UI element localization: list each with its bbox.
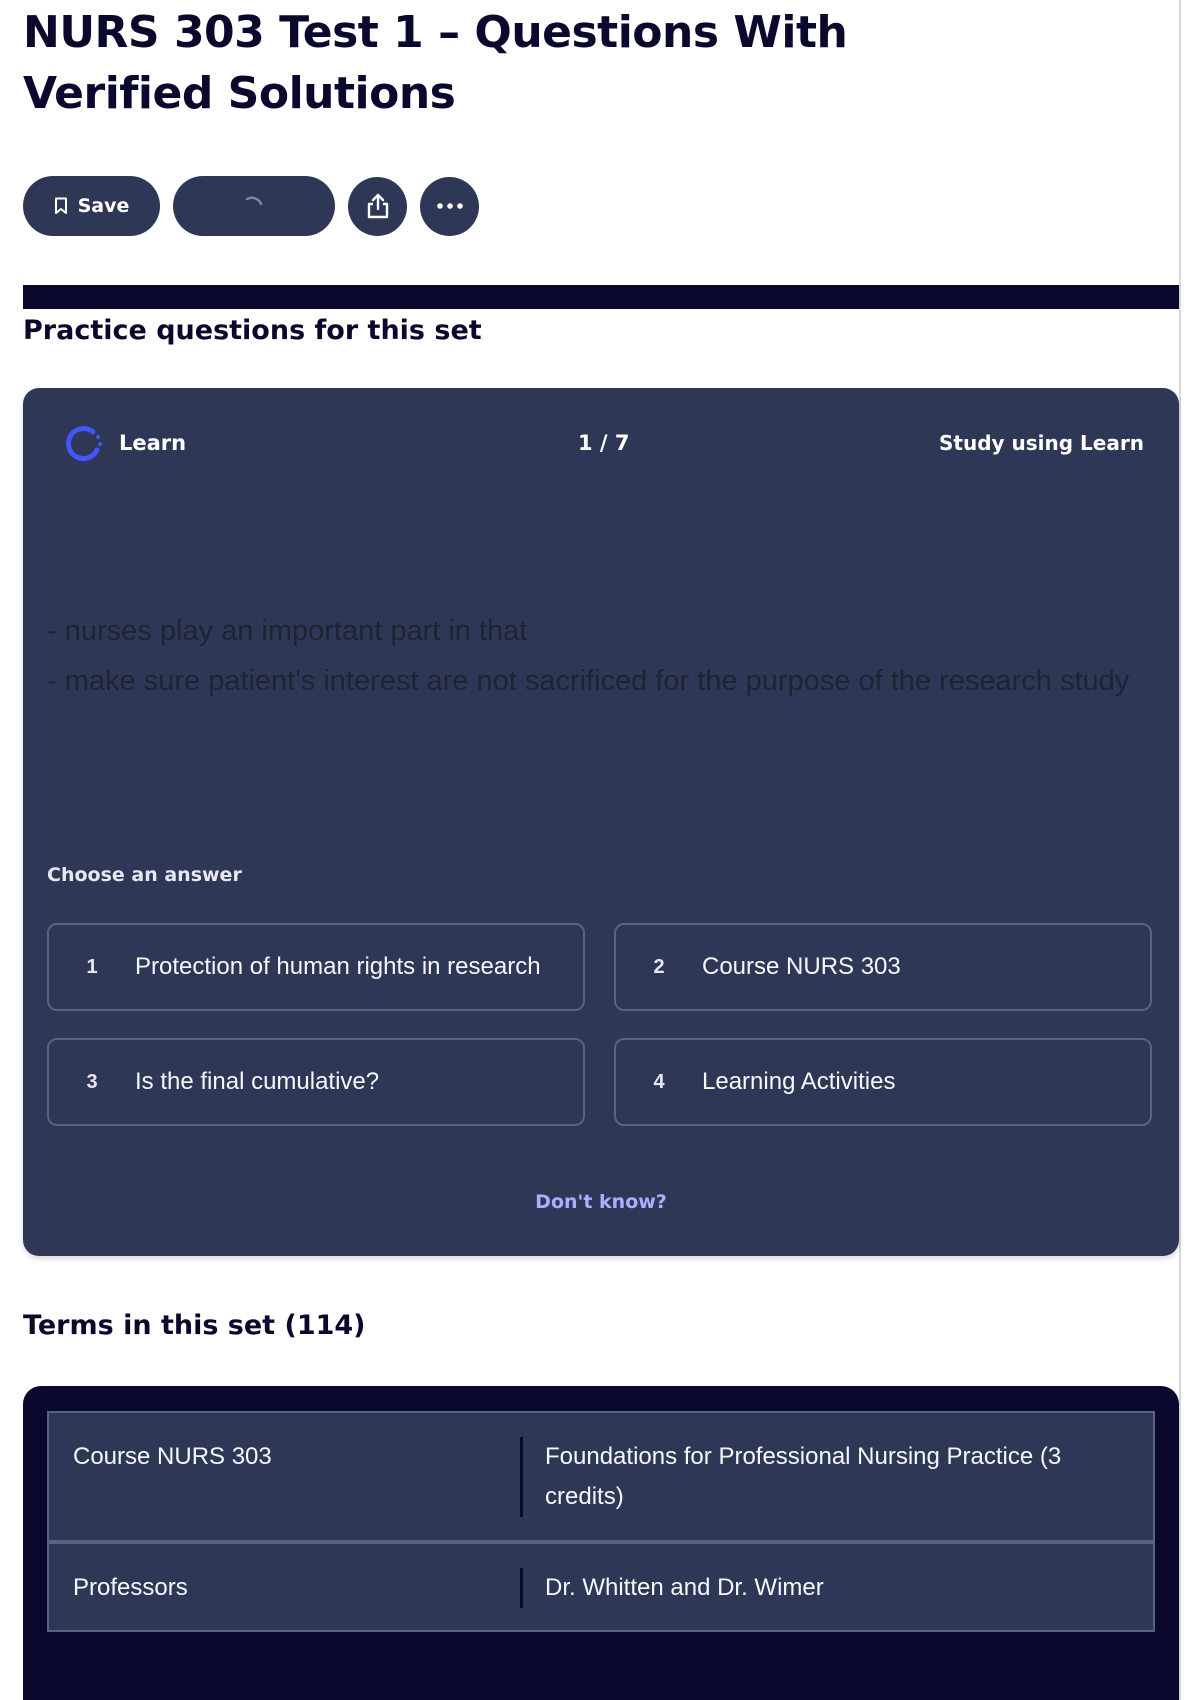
spinner-icon [245, 196, 263, 206]
terms-heading: Terms in this set (114) [23, 1310, 366, 1341]
definition-text: Foundations for Professional Nursing Pra… [545, 1443, 1062, 1510]
learn-mode-label: Learn [119, 431, 187, 455]
loading-button[interactable] [173, 176, 335, 236]
page-title: NURS 303 Test 1 – Questions With Verifie… [23, 7, 848, 119]
term-text: Professors [73, 1574, 188, 1601]
study-using-learn-link[interactable]: Study using Learn [939, 426, 1144, 460]
save-button-label: Save [77, 195, 130, 217]
answer-text: Is the final cumulative? [135, 1068, 380, 1095]
answer-number: 2 [653, 955, 665, 978]
share-button[interactable] [348, 176, 407, 236]
dont-know-label[interactable]: Don't know? [535, 1191, 667, 1213]
bookmark-icon [54, 197, 67, 214]
save-button[interactable]: Save [23, 176, 160, 236]
answer-option-2[interactable]: 2 Course NURS 303 [614, 923, 1152, 1011]
page: NURS 303 Test 1 – Questions With Verifie… [0, 0, 1200, 1700]
answer-option-4[interactable]: 4 Learning Activities [614, 1038, 1152, 1126]
answer-text: Protection of human rights in research [135, 953, 541, 980]
answer-text: Learning Activities [702, 1068, 896, 1095]
choose-answer-label: Choose an answer [47, 864, 242, 886]
definition-text: Dr. Whitten and Dr. Wimer [545, 1574, 824, 1601]
term-text: Course NURS 303 [73, 1443, 272, 1470]
question-text: - nurses play an important part in that … [47, 606, 1147, 706]
share-icon [367, 193, 388, 219]
more-icon [436, 203, 463, 209]
practice-heading: Practice questions for this set [23, 315, 482, 346]
toolbar: Save [23, 176, 479, 236]
term-row[interactable]: Course NURS 303 Foundations for Professi… [47, 1411, 1155, 1542]
answer-option-1[interactable]: 1 Protection of human rights in research [47, 923, 585, 1011]
answer-number: 3 [86, 1070, 98, 1093]
term-separator [520, 1437, 523, 1517]
term-separator [520, 1568, 523, 1608]
learn-icon [65, 426, 102, 461]
answer-text: Course NURS 303 [702, 953, 901, 980]
answer-number: 4 [653, 1070, 665, 1093]
answer-option-3[interactable]: 3 Is the final cumulative? [47, 1038, 585, 1126]
answer-number: 1 [86, 955, 98, 978]
dont-know-link: Don't know? [23, 1186, 1179, 1218]
page-border [1179, 0, 1181, 1700]
term-row[interactable]: Professors Dr. Whitten and Dr. Wimer [47, 1542, 1155, 1632]
more-button[interactable] [420, 176, 479, 236]
progress-counter: 1 / 7 [578, 431, 630, 455]
question-line: - make sure patient's interest are not s… [47, 665, 1130, 697]
question-line: - nurses play an important part in that [47, 615, 528, 647]
section-divider [23, 285, 1179, 309]
